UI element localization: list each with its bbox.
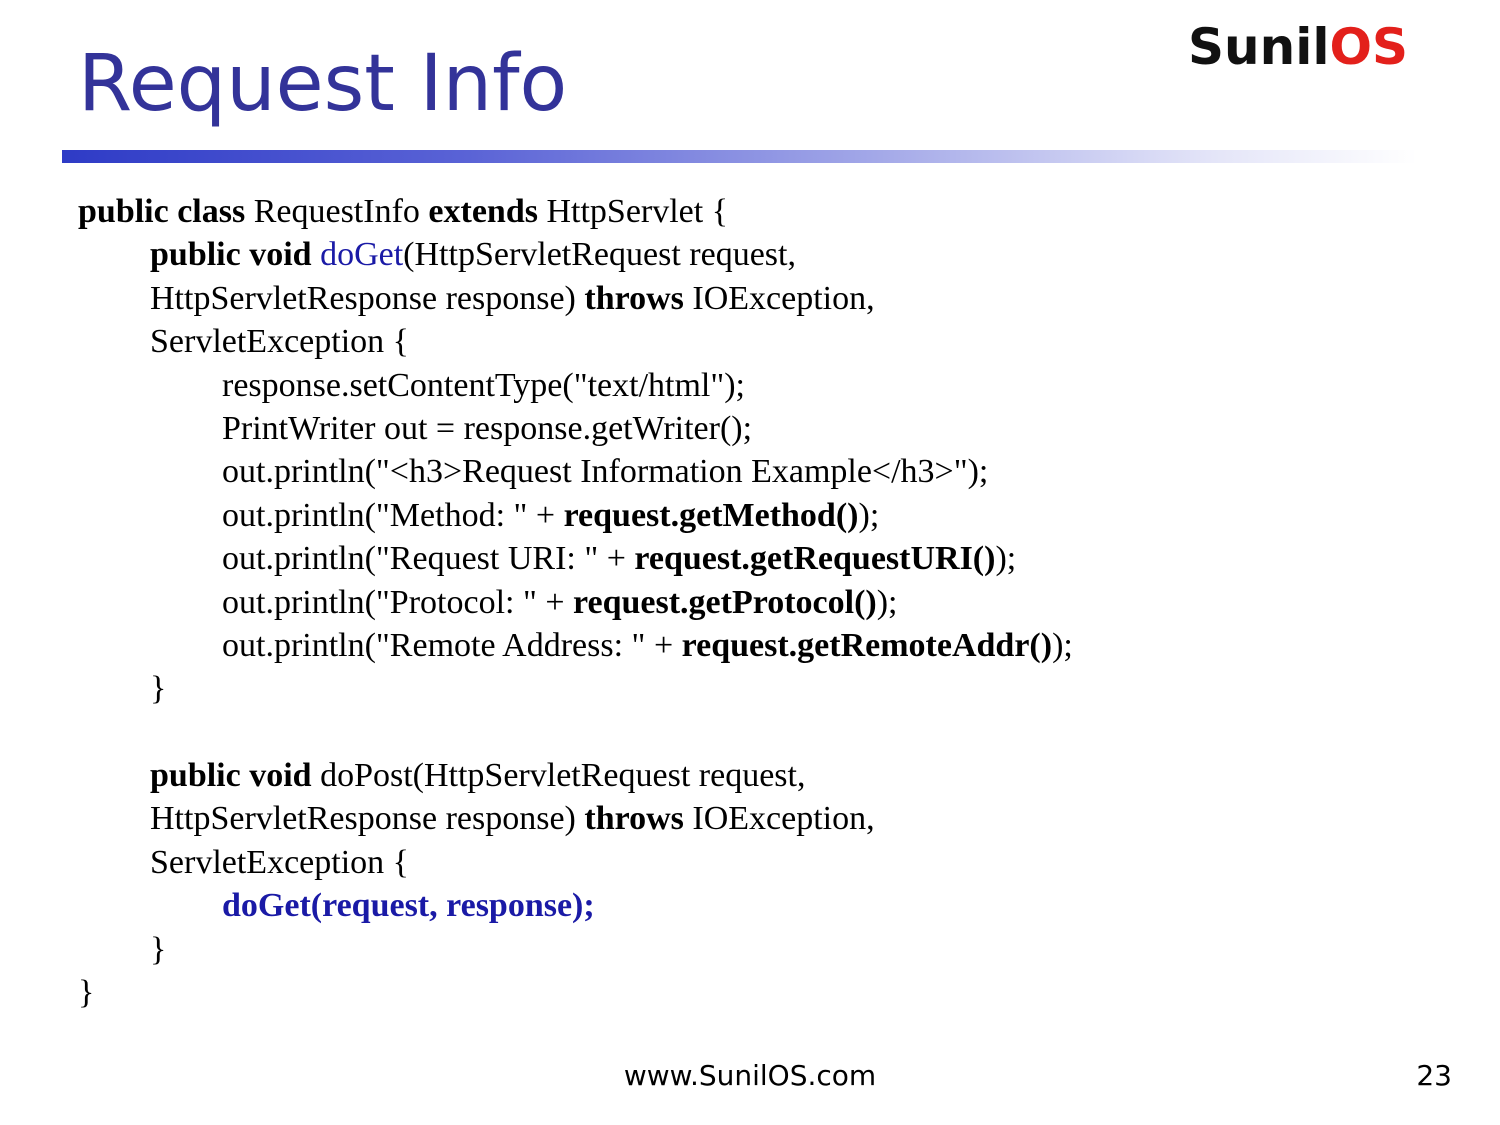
code-text: out.println("Request URI: " + bbox=[222, 540, 635, 578]
code-keyword: public class bbox=[78, 193, 246, 230]
code-line-14: public void doPost(HttpServletRequest re… bbox=[78, 754, 1073, 797]
code-line-19: } bbox=[78, 974, 95, 1012]
code-text: HttpServletResponse response) bbox=[150, 800, 585, 838]
code-line-4: ServletException { bbox=[150, 323, 409, 361]
code-keyword: public void bbox=[150, 236, 312, 274]
code-line-16: ServletException { bbox=[150, 843, 409, 881]
code-text: ); bbox=[876, 583, 898, 621]
code-text: doPost(HttpServletRequest request, bbox=[311, 757, 806, 795]
code-text: HttpServletResponse response) bbox=[150, 279, 585, 317]
footer-url: www.SunilOS.com bbox=[623, 1059, 877, 1092]
code-call: request.getProtocol() bbox=[573, 583, 877, 621]
code-text: IOException, bbox=[683, 279, 875, 317]
sunilos-logo: SunilOS bbox=[1188, 12, 1408, 82]
code-line-1: public class RequestInfo extends HttpSer… bbox=[78, 190, 1073, 233]
code-call: request.getRemoteAddr() bbox=[681, 626, 1053, 664]
code-keyword: throws bbox=[584, 279, 684, 317]
code-line-12: } bbox=[150, 670, 167, 708]
code-text: out.println("Remote Address: " + bbox=[222, 626, 682, 664]
code-text: (HttpServletRequest request, bbox=[403, 236, 796, 274]
code-text: ); bbox=[995, 540, 1017, 578]
code-line-18: } bbox=[150, 930, 167, 968]
code-line-3: HttpServletResponse response) throws IOE… bbox=[78, 277, 1073, 320]
code-call: request.getMethod() bbox=[563, 496, 859, 534]
code-text: out.println("Method: " + bbox=[222, 496, 564, 534]
code-method-name: doGet bbox=[320, 236, 404, 274]
code-keyword: public void bbox=[150, 757, 312, 795]
code-line-15: HttpServletResponse response) throws IOE… bbox=[78, 797, 1073, 840]
code-line-8: out.println("Method: " + request.getMeth… bbox=[78, 494, 1073, 537]
code-line-17: doGet(request, response); bbox=[222, 887, 595, 925]
title-underline-bar bbox=[62, 150, 1417, 163]
code-text: RequestInfo bbox=[245, 193, 429, 230]
code-line-10: out.println("Protocol: " + request.getPr… bbox=[78, 581, 1073, 624]
code-text: out.println("Protocol: " + bbox=[222, 583, 574, 621]
code-call: request.getRequestURI() bbox=[634, 540, 996, 578]
code-line-5: response.setContentType("text/html"); bbox=[222, 366, 745, 404]
code-text: IOException, bbox=[683, 800, 875, 838]
code-line-6: PrintWriter out = response.getWriter(); bbox=[222, 409, 753, 447]
code-keyword: extends bbox=[428, 193, 538, 230]
logo-sunil-text: Sunil bbox=[1188, 18, 1330, 76]
code-text: ); bbox=[858, 496, 880, 534]
code-text: HttpServlet { bbox=[537, 193, 729, 230]
code-text: ); bbox=[1052, 626, 1073, 664]
code-keyword: throws bbox=[584, 800, 684, 838]
page-number: 23 bbox=[1416, 1059, 1452, 1092]
code-line-11: out.println("Remote Address: " + request… bbox=[78, 624, 1073, 667]
code-line-7: out.println("<h3>Request Information Exa… bbox=[222, 453, 989, 491]
logo-os-text: OS bbox=[1329, 18, 1408, 76]
code-block: public class RequestInfo extends HttpSer… bbox=[78, 190, 1073, 1014]
slide-title: Request Info bbox=[78, 39, 568, 129]
code-line-9: out.println("Request URI: " + request.ge… bbox=[78, 537, 1073, 580]
code-line-2: public void doGet(HttpServletRequest req… bbox=[78, 233, 1073, 276]
